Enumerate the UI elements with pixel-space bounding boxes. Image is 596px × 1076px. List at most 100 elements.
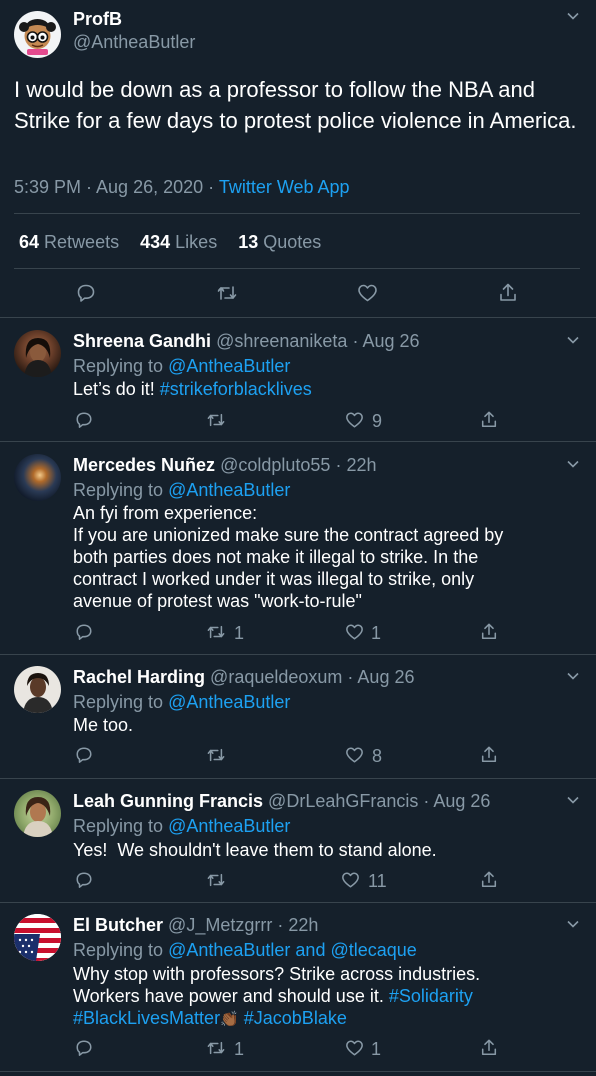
quotes-count: 13 bbox=[238, 232, 259, 252]
reply-time[interactable]: · Aug 26 bbox=[423, 791, 490, 811]
author-name[interactable]: Rachel Harding bbox=[73, 667, 205, 687]
replying-to-link[interactable]: @AntheaButler bbox=[168, 692, 290, 712]
author-name[interactable]: El Butcher bbox=[73, 915, 163, 935]
replying-to: Replying to @AntheaButler and @tlecaque bbox=[73, 939, 417, 961]
reply-icon[interactable] bbox=[75, 746, 93, 764]
share-icon[interactable] bbox=[480, 870, 498, 889]
reply-text: Why stop with professors? Strike across … bbox=[73, 963, 480, 1031]
share-icon[interactable] bbox=[480, 410, 498, 429]
author-name[interactable]: Leah Gunning Francis bbox=[73, 791, 263, 811]
hashtag-link[interactable]: #BlackLivesMatter bbox=[73, 1008, 220, 1028]
hashtag-link[interactable]: #JacobBlake bbox=[244, 1008, 347, 1028]
reply-text-plain: Workers have power and should use it. bbox=[73, 986, 384, 1006]
author-handle[interactable]: @DrLeahGFrancis bbox=[268, 791, 418, 811]
replying-to-link[interactable]: @AntheaButler bbox=[168, 480, 290, 500]
likes-label: Likes bbox=[175, 232, 218, 252]
handle[interactable]: @AntheaButler bbox=[73, 32, 195, 53]
reply-header: Shreena Gandhi @shreenaniketa · Aug 26 bbox=[73, 331, 420, 352]
clapping-emoji: 👏🏾 bbox=[220, 1011, 239, 1028]
retweet-icon[interactable] bbox=[206, 411, 226, 429]
reply-time[interactable]: · 22h bbox=[277, 915, 318, 935]
chevron-down-icon[interactable] bbox=[566, 917, 580, 931]
quotes-stat[interactable]: 13 Quotes bbox=[238, 232, 321, 252]
reply-text: An fyi from experience: If you are union… bbox=[73, 502, 503, 612]
reply-text-line: Why stop with professors? Strike across … bbox=[73, 964, 481, 984]
reply-icon[interactable] bbox=[76, 283, 96, 303]
like-count: 1 bbox=[371, 623, 382, 643]
reply-header: Leah Gunning Francis @DrLeahGFrancis · A… bbox=[73, 791, 490, 812]
avatar[interactable] bbox=[14, 914, 61, 961]
reply-header: El Butcher @J_Metzgrrr · 22h bbox=[73, 915, 318, 936]
stats-divider-bottom bbox=[14, 268, 580, 269]
reply-icon[interactable] bbox=[75, 411, 93, 429]
display-name[interactable]: ProfB bbox=[73, 9, 122, 30]
tweet-stats: 64 Retweets 434 Likes 13 Quotes bbox=[19, 232, 321, 253]
chevron-down-icon[interactable] bbox=[566, 9, 580, 23]
flag-avatar-illustration bbox=[14, 914, 61, 961]
reply-time[interactable]: · 22h bbox=[335, 455, 376, 475]
hashtag-link[interactable]: #strikeforblacklives bbox=[160, 379, 312, 399]
author-handle[interactable]: @J_Metzgrrr bbox=[168, 915, 272, 935]
share-icon[interactable] bbox=[480, 745, 498, 764]
reply-text-line: #BlackLivesMatter👏🏾 #JacobBlake bbox=[73, 1007, 480, 1031]
like-count: 9 bbox=[372, 411, 383, 431]
likes-stat[interactable]: 434 Likes bbox=[140, 232, 217, 252]
reply-text-line: both parties does not make it illegal to… bbox=[73, 547, 479, 567]
tweet-text: I would be down as a professor to follow… bbox=[14, 77, 577, 133]
chevron-down-icon[interactable] bbox=[566, 457, 580, 471]
replying-label: Replying to bbox=[73, 816, 164, 836]
hashtag-link[interactable]: #Solidarity bbox=[389, 986, 473, 1006]
author-handle[interactable]: @raqueldeoxum bbox=[210, 667, 342, 687]
avatar-illustration bbox=[24, 338, 52, 377]
author-name[interactable]: Shreena Gandhi bbox=[73, 331, 211, 351]
retweet-count: 1 bbox=[234, 1039, 245, 1059]
retweet-icon[interactable] bbox=[206, 1039, 226, 1057]
reply-icon[interactable] bbox=[75, 871, 93, 889]
avatar[interactable] bbox=[14, 330, 61, 377]
replying-to: Replying to @AntheaButler bbox=[73, 479, 290, 501]
share-icon[interactable] bbox=[498, 282, 518, 303]
avatar-illustration bbox=[19, 19, 56, 55]
reply-text-line: If you are unionized make sure the contr… bbox=[73, 525, 504, 545]
reply-text-line: An fyi from experience: bbox=[73, 503, 258, 523]
chevron-down-icon[interactable] bbox=[566, 669, 580, 683]
like-icon[interactable] bbox=[357, 283, 378, 303]
author-handle[interactable]: @coldpluto55 bbox=[220, 455, 330, 475]
avatar[interactable] bbox=[14, 11, 61, 58]
share-icon[interactable] bbox=[480, 1038, 498, 1057]
replying-to-link[interactable]: @AntheaButler bbox=[168, 356, 290, 376]
avatar[interactable] bbox=[14, 454, 61, 501]
retweet-icon[interactable] bbox=[206, 871, 226, 889]
retweet-icon[interactable] bbox=[216, 283, 238, 303]
reply-text: Let’s do it! #strikeforblacklives bbox=[73, 378, 312, 400]
like-icon[interactable] bbox=[345, 411, 364, 429]
tweet-time[interactable]: 5:39 PM · Aug 26, 2020 · bbox=[14, 177, 219, 197]
replying-to-link[interactable]: @AntheaButler and @tlecaque bbox=[168, 940, 417, 960]
retweets-count: 64 bbox=[19, 232, 40, 252]
author-handle[interactable]: @shreenaniketa bbox=[216, 331, 347, 351]
retweets-stat[interactable]: 64 Retweets bbox=[19, 232, 119, 252]
avatar-illustration bbox=[23, 673, 53, 713]
reply-time[interactable]: · Aug 26 bbox=[347, 667, 414, 687]
retweet-icon[interactable] bbox=[206, 623, 226, 641]
share-icon[interactable] bbox=[480, 622, 498, 641]
reply-text-plain: Let’s do it! bbox=[73, 379, 155, 399]
like-icon[interactable] bbox=[345, 1039, 364, 1057]
reply-icon[interactable] bbox=[75, 1039, 93, 1057]
like-icon[interactable] bbox=[345, 746, 364, 764]
replying-label: Replying to bbox=[73, 356, 164, 376]
replying-to-link[interactable]: @AntheaButler bbox=[168, 816, 290, 836]
retweet-icon[interactable] bbox=[206, 746, 226, 764]
author-name[interactable]: Mercedes Nuñez bbox=[73, 455, 215, 475]
section-divider bbox=[0, 317, 596, 318]
reply-time[interactable]: · Aug 26 bbox=[352, 331, 419, 351]
avatar[interactable] bbox=[14, 666, 61, 713]
avatar[interactable] bbox=[14, 790, 61, 837]
tweet-timestamp: 5:39 PM · Aug 26, 2020 · Twitter Web App bbox=[14, 177, 350, 198]
tweet-source-link[interactable]: Twitter Web App bbox=[219, 177, 350, 197]
reply-icon[interactable] bbox=[75, 623, 93, 641]
chevron-down-icon[interactable] bbox=[566, 793, 580, 807]
like-icon[interactable] bbox=[345, 623, 364, 641]
chevron-down-icon[interactable] bbox=[566, 333, 580, 347]
like-icon[interactable] bbox=[341, 871, 360, 889]
